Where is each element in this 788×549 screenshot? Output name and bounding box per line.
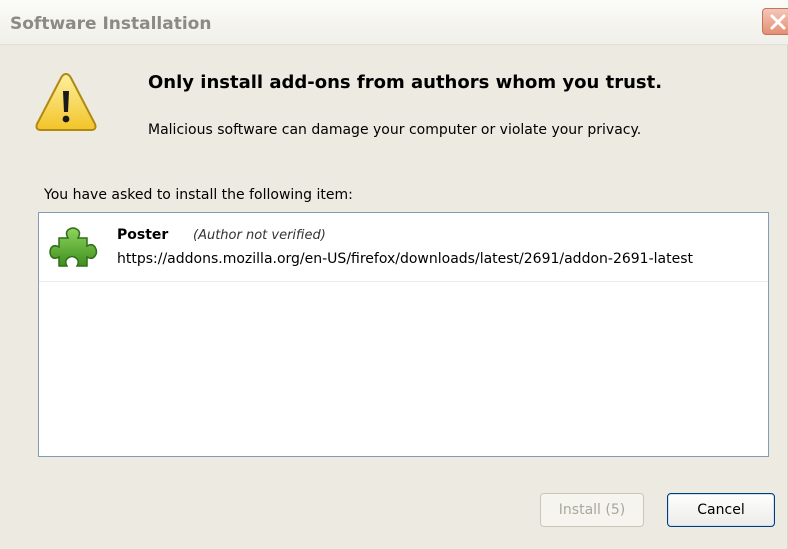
cancel-button[interactable]: Cancel	[667, 493, 775, 527]
addon-name: Poster	[117, 227, 169, 243]
warning-detail: Malicious software can damage your compu…	[148, 122, 642, 138]
install-item-list[interactable]: Poster (Author not verified) https://add…	[38, 212, 769, 457]
close-button[interactable]	[762, 8, 788, 35]
warning-headline: Only install add-ons from authors whom y…	[148, 72, 663, 93]
list-item[interactable]: Poster (Author not verified) https://add…	[39, 213, 768, 282]
close-icon	[770, 14, 786, 30]
author-verification-status: (Author not verified)	[193, 228, 326, 243]
warning-triangle-icon	[35, 72, 97, 131]
software-installation-dialog: Software Installation Only install add-o…	[0, 0, 788, 549]
title-bar[interactable]: Software Installation	[0, 0, 788, 45]
window-title: Software Installation	[10, 14, 212, 34]
addon-url: https://addons.mozilla.org/en-US/firefox…	[117, 251, 693, 267]
install-button[interactable]: Install (5)	[540, 493, 644, 527]
install-list-label: You have asked to install the following …	[44, 187, 353, 203]
puzzle-piece-icon	[49, 227, 98, 267]
